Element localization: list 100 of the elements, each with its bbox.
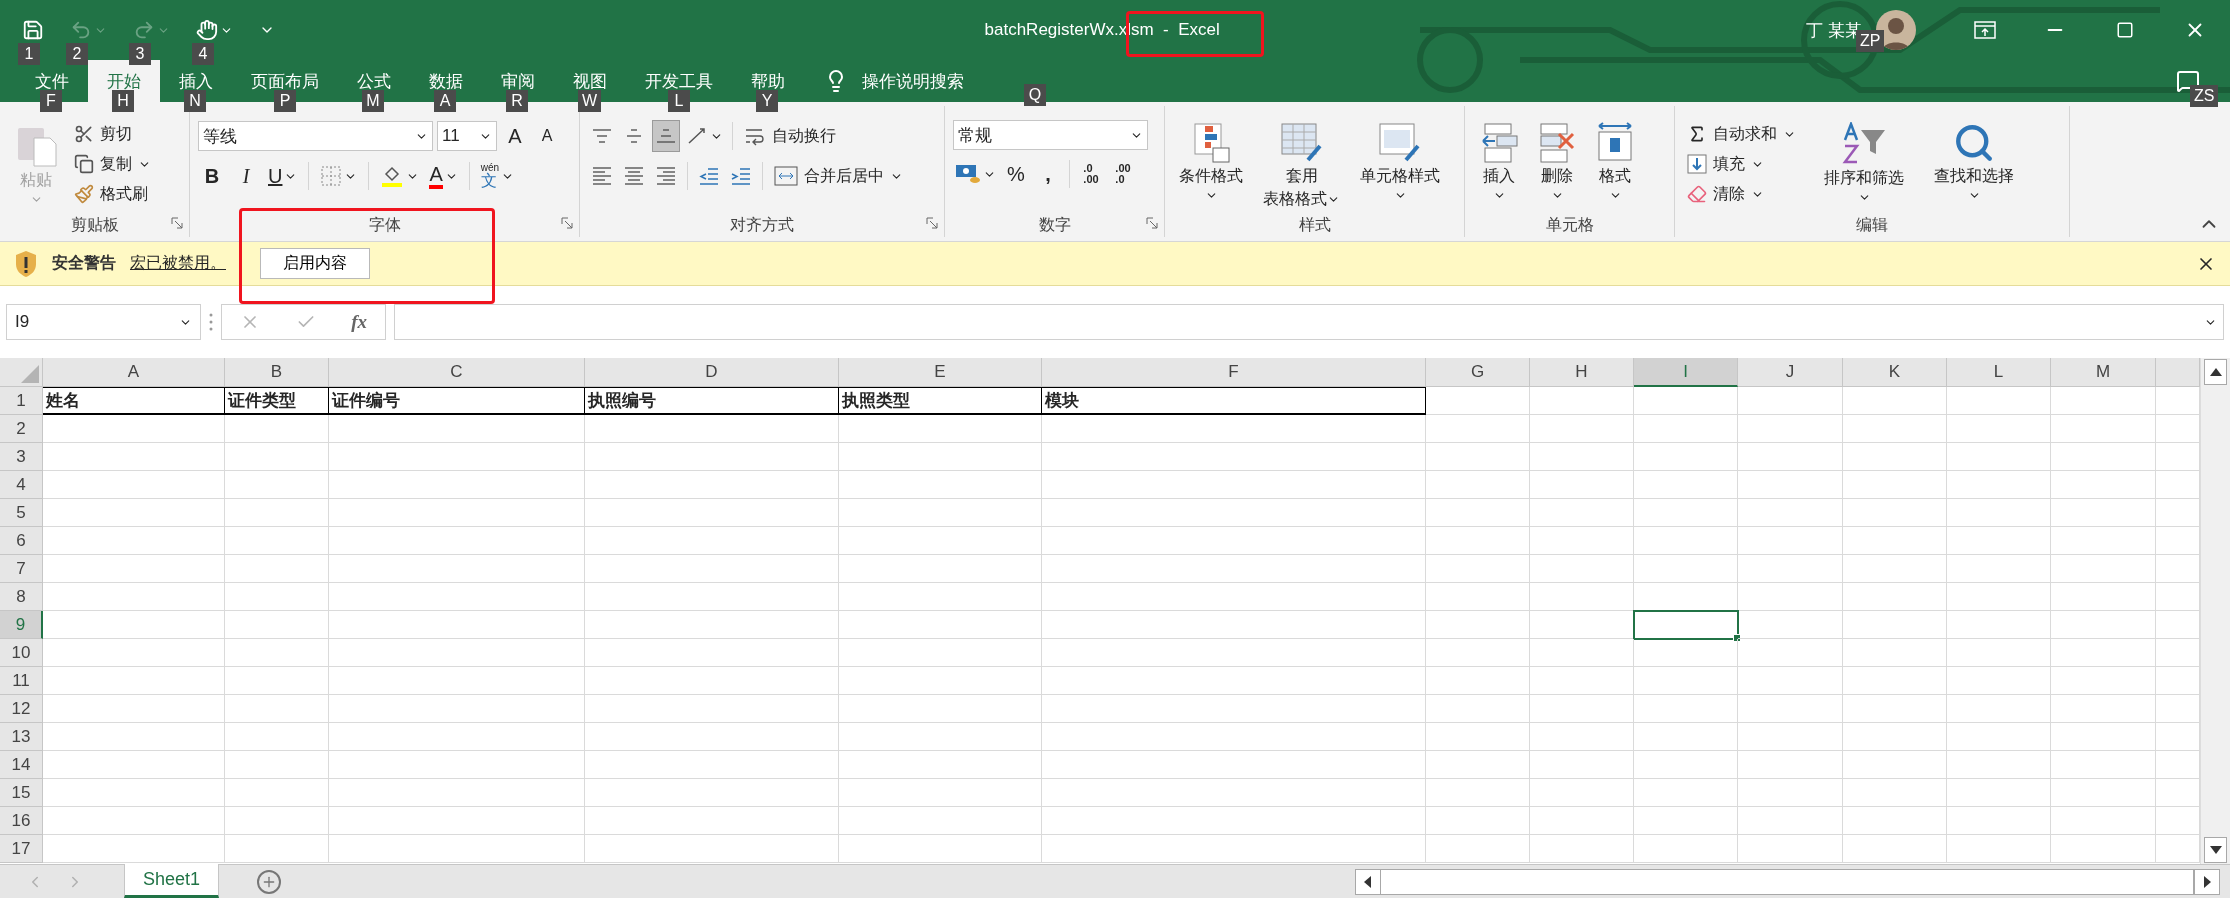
table-cell[interactable] [225, 695, 329, 723]
table-cell[interactable] [2051, 667, 2156, 695]
table-cell[interactable] [1947, 639, 2051, 667]
scroll-down-button[interactable] [2204, 837, 2227, 863]
table-cell[interactable] [225, 499, 329, 527]
bold-button[interactable]: B [198, 160, 226, 192]
table-cell[interactable]: 证件编号 [329, 387, 585, 415]
table-cell[interactable] [43, 415, 225, 443]
row-header[interactable]: 3 [0, 443, 43, 471]
row-header[interactable]: 11 [0, 667, 43, 695]
dialog-launcher-icon[interactable] [171, 217, 183, 229]
insert-function-button[interactable]: fx [351, 311, 368, 333]
decrease-decimal-button[interactable]: .00 .0 [1109, 158, 1137, 190]
find-select-button[interactable]: 查找和选择 [1928, 120, 2020, 213]
table-cell[interactable] [1738, 807, 1843, 835]
table-cell[interactable] [225, 583, 329, 611]
table-cell[interactable] [329, 807, 585, 835]
table-cell[interactable] [1738, 695, 1843, 723]
table-cell[interactable] [225, 751, 329, 779]
table-cell[interactable] [1530, 779, 1634, 807]
table-cell[interactable] [1738, 779, 1843, 807]
grow-font-button[interactable]: A [501, 120, 529, 152]
insert-cells-button[interactable]: 插入 [1473, 120, 1525, 213]
table-cell[interactable] [585, 583, 839, 611]
table-cell[interactable] [1426, 499, 1530, 527]
table-cell[interactable] [225, 527, 329, 555]
table-cell[interactable] [225, 555, 329, 583]
table-cell[interactable] [43, 835, 225, 863]
table-cell[interactable] [1634, 415, 1738, 443]
table-cell[interactable] [839, 499, 1042, 527]
table-cell[interactable] [1426, 723, 1530, 751]
table-cell[interactable] [1947, 499, 2051, 527]
row-header[interactable]: 16 [0, 807, 43, 835]
dialog-launcher-icon[interactable] [1146, 217, 1158, 229]
table-cell[interactable] [585, 471, 839, 499]
table-cell[interactable] [1843, 779, 1947, 807]
table-cell[interactable] [1426, 611, 1530, 639]
table-cell[interactable] [1426, 751, 1530, 779]
table-cell[interactable] [1426, 779, 1530, 807]
row-header[interactable]: 9 [0, 611, 43, 639]
table-cell[interactable] [43, 527, 225, 555]
table-cell[interactable] [1738, 471, 1843, 499]
table-cell[interactable] [1843, 415, 1947, 443]
table-cell[interactable] [585, 695, 839, 723]
table-cell[interactable] [225, 471, 329, 499]
copy-button[interactable]: 复制 [70, 150, 155, 178]
number-format-select[interactable]: 常规 [953, 120, 1148, 150]
row-header[interactable]: 1 [0, 387, 43, 415]
table-cell[interactable] [1530, 583, 1634, 611]
table-cell[interactable] [1947, 779, 2051, 807]
table-cell[interactable] [1634, 527, 1738, 555]
table-cell[interactable] [1426, 387, 1530, 415]
table-cell[interactable] [585, 779, 839, 807]
table-cell[interactable] [1738, 415, 1843, 443]
table-cell[interactable] [1947, 443, 2051, 471]
table-cell[interactable]: 执照类型 [839, 387, 1042, 415]
table-cell[interactable] [1843, 807, 1947, 835]
percent-button[interactable]: % [1002, 158, 1030, 190]
table-cell[interactable] [1738, 667, 1843, 695]
formula-input[interactable] [394, 304, 2224, 340]
table-cell[interactable] [43, 695, 225, 723]
table-cell[interactable] [1843, 639, 1947, 667]
italic-button[interactable]: I [232, 160, 260, 192]
table-cell[interactable] [43, 723, 225, 751]
column-header[interactable]: I [1634, 358, 1738, 387]
table-cell[interactable]: 证件类型 [225, 387, 329, 415]
column-header[interactable]: E [839, 358, 1042, 387]
table-cell[interactable] [1634, 471, 1738, 499]
table-cell[interactable] [1947, 807, 2051, 835]
table-cell[interactable] [1634, 751, 1738, 779]
table-cell[interactable] [1530, 835, 1634, 863]
table-cell[interactable] [1634, 779, 1738, 807]
column-header[interactable]: F [1042, 358, 1426, 387]
table-cell[interactable] [1843, 555, 1947, 583]
active-cell[interactable] [1634, 611, 1738, 639]
table-cell[interactable] [1634, 555, 1738, 583]
select-all-button[interactable] [0, 358, 43, 387]
sort-filter-button[interactable]: 排序和筛选 [1818, 120, 1910, 213]
table-cell[interactable] [1738, 639, 1843, 667]
row-header[interactable]: 7 [0, 555, 43, 583]
row-header[interactable]: 10 [0, 639, 43, 667]
merge-center-button[interactable]: 合并后居中 [770, 162, 907, 190]
sheet-tab[interactable]: Sheet1 [124, 864, 220, 898]
table-cell[interactable] [585, 751, 839, 779]
table-cell[interactable] [1530, 415, 1634, 443]
table-cell[interactable] [225, 443, 329, 471]
table-cell[interactable] [1634, 443, 1738, 471]
table-cell[interactable] [1947, 667, 2051, 695]
table-cell[interactable] [2051, 611, 2156, 639]
table-cell[interactable] [839, 807, 1042, 835]
column-header[interactable]: C [329, 358, 585, 387]
phonetic-button[interactable]: wén 文 [478, 160, 517, 192]
column-header[interactable]: B [225, 358, 329, 387]
align-button[interactable] [652, 120, 680, 152]
table-cell[interactable] [1530, 667, 1634, 695]
table-cell[interactable] [2051, 695, 2156, 723]
column-header[interactable]: A [43, 358, 225, 387]
table-cell[interactable] [329, 779, 585, 807]
table-cell[interactable] [225, 611, 329, 639]
table-cell[interactable] [225, 723, 329, 751]
